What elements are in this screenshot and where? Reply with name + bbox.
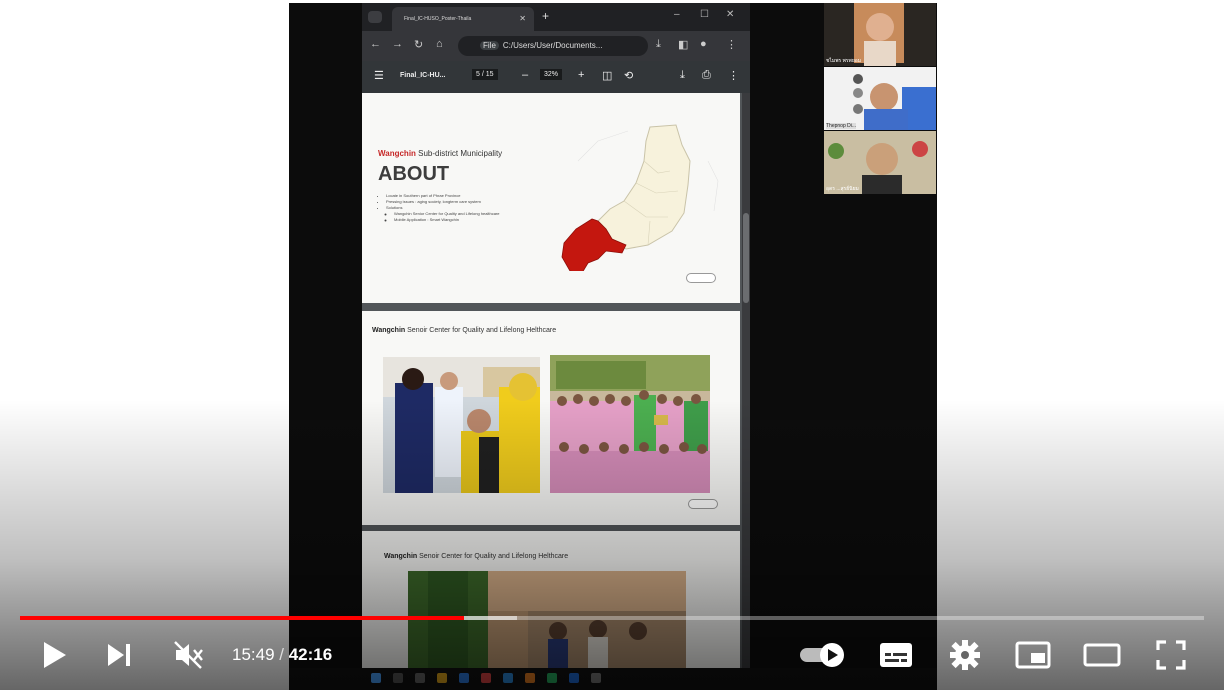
title-rest: Senoir Center for Quality and Lifelong H…	[405, 327, 557, 334]
subtitle-highlight: Wangchin	[378, 149, 416, 158]
pdf-page-senior-center-2: Wangchin Senoir Center for Quality and L…	[362, 531, 740, 671]
app-icon	[525, 673, 535, 683]
tab-title: Final_IC-HUSO_Poster-Thaila	[404, 16, 472, 22]
mute-icon[interactable]	[172, 638, 204, 677]
mail-icon	[459, 673, 469, 683]
pdf-page-about: Wangchin Sub-district Municipality ABOUT…	[362, 93, 740, 303]
participant-video: อุดร ...สุรย์นิยม	[824, 131, 936, 194]
played-bar	[20, 616, 464, 620]
participant-video: ชไมพร พรพยอม	[824, 3, 936, 66]
participant-video: Thepnop Di...	[824, 67, 936, 130]
address-prefix: File	[480, 41, 499, 50]
video-frame[interactable]: Final_IC-HUSO_Poster-Thaila ✕ + – ☐ ✕ ← …	[289, 3, 937, 690]
title-highlight: Wangchin	[384, 553, 418, 560]
forward-icon: →	[392, 38, 403, 50]
pdf-menu-icon: ⋮	[728, 70, 739, 82]
app-icon	[547, 673, 557, 683]
about-subtitle: Wangchin Sub-district Municipality	[378, 149, 502, 158]
address-text: C:/Users/User/Documents...	[502, 41, 603, 50]
settings-icon[interactable]	[948, 638, 982, 677]
close-tab-icon: ✕	[519, 14, 526, 23]
about-heading: ABOUT	[378, 163, 450, 185]
reload-icon: ↻	[414, 39, 424, 51]
senior-center-title-2: Wangchin Senoir Center for Quality and L…	[384, 553, 568, 560]
theater-icon[interactable]	[1082, 638, 1122, 677]
participant-name: Thepnop Di...	[826, 123, 857, 129]
pdf-title: Final_IC-HU...	[400, 72, 446, 79]
new-tab-icon: +	[542, 9, 550, 23]
home-icon: ⌂	[436, 38, 443, 50]
address-bar: File C:/Users/User/Documents...	[458, 36, 648, 56]
pdf-viewer-toolbar: ☰ Final_IC-HU... 5 / 15 – 32% + ◫ ⟲ ⤓ ⎙ …	[362, 61, 750, 93]
autoplay-toggle-icon[interactable]	[798, 638, 848, 677]
zoom-level: 32%	[540, 69, 563, 80]
pdf-page-senior-center: Wangchin Senoir Center for Quality and L…	[362, 311, 740, 525]
file-explorer-icon	[437, 673, 447, 683]
time-display: 15:49 / 42:16	[232, 645, 332, 665]
maximize-icon: ☐	[700, 9, 709, 20]
sidepanel-icon: ◧	[678, 39, 689, 51]
app-icon	[591, 673, 601, 683]
back-icon: ←	[370, 38, 381, 50]
task-view-icon	[415, 673, 425, 683]
sub-bullet-item: Mobile Application : Smart Wangchin	[394, 217, 556, 223]
pdf-scroll-thumb	[743, 213, 749, 303]
page-tag	[688, 499, 718, 509]
title-highlight: Wangchin	[372, 327, 406, 334]
photo-caregivers	[383, 357, 540, 493]
duration: 42:16	[288, 645, 333, 664]
browser-icon	[503, 673, 513, 683]
start-icon	[371, 673, 381, 683]
subtitles-icon[interactable]	[878, 638, 914, 677]
profile-icon: ●	[700, 38, 707, 50]
province-map	[561, 124, 719, 271]
app-icon	[481, 673, 491, 683]
next-icon[interactable]	[104, 638, 134, 677]
rotate-icon: ⟲	[624, 70, 634, 82]
photo-center-interior	[408, 571, 686, 671]
page-current: 5	[476, 71, 480, 78]
print-icon: ⎙	[702, 69, 711, 81]
zoom-in-icon: +	[578, 69, 585, 81]
hamburger-icon: ☰	[374, 70, 384, 82]
time-separator: /	[274, 645, 289, 664]
fullscreen-icon[interactable]	[1154, 638, 1188, 677]
video-player[interactable]: Final_IC-HUSO_Poster-Thaila ✕ + – ☐ ✕ ← …	[0, 0, 1224, 690]
progress-bar[interactable]	[20, 616, 1204, 620]
minimize-icon: –	[674, 9, 680, 20]
zoom-out-icon: –	[522, 69, 529, 81]
sub-bullet-list: Wangchin Senior Center for Quality and L…	[386, 211, 556, 223]
tab-search-icon	[368, 11, 382, 23]
participant-name: ชไมพร พรพยอม	[826, 58, 862, 64]
pdf-scrollbar	[742, 93, 750, 671]
search-icon	[393, 673, 403, 683]
page-tag	[686, 273, 716, 283]
about-bullet-list: Locate in Southern part of Phrae Provinc…	[380, 193, 556, 223]
screen-share-browser-window: Final_IC-HUSO_Poster-Thaila ✕ + – ☐ ✕ ← …	[362, 3, 750, 671]
fit-page-icon: ◫	[602, 70, 613, 82]
subtitle-rest: Sub-district Municipality	[415, 149, 503, 158]
senior-center-title: Wangchin Senoir Center for Quality and L…	[372, 327, 556, 334]
photo-group	[550, 355, 710, 493]
menu-icon: ⋮	[726, 39, 737, 51]
download-icon: ⤓	[656, 38, 661, 50]
browser-toolbar: ← → ↻ ⌂ File C:/Users/User/Documents... ⤓…	[362, 31, 750, 61]
page-indicator: 5 / 15	[472, 69, 498, 80]
play-icon[interactable]	[40, 638, 68, 677]
current-time: 15:49	[232, 645, 275, 664]
pdf-document-area: Wangchin Sub-district Municipality ABOUT…	[362, 93, 750, 671]
page-total: / 15	[481, 71, 494, 78]
title-rest: Senoir Center for Quality and Lifelong H…	[417, 553, 569, 560]
pdf-download-icon: ⤓	[680, 69, 685, 81]
browser-tab-bar: Final_IC-HUSO_Poster-Thaila ✕ + – ☐ ✕	[362, 3, 750, 31]
browser-tab: Final_IC-HUSO_Poster-Thaila ✕	[392, 7, 534, 31]
miniplayer-icon[interactable]	[1014, 638, 1052, 677]
app-icon	[569, 673, 579, 683]
participant-name: อุดร ...สุรย์นิยม	[826, 186, 859, 192]
close-window-icon: ✕	[726, 9, 735, 20]
